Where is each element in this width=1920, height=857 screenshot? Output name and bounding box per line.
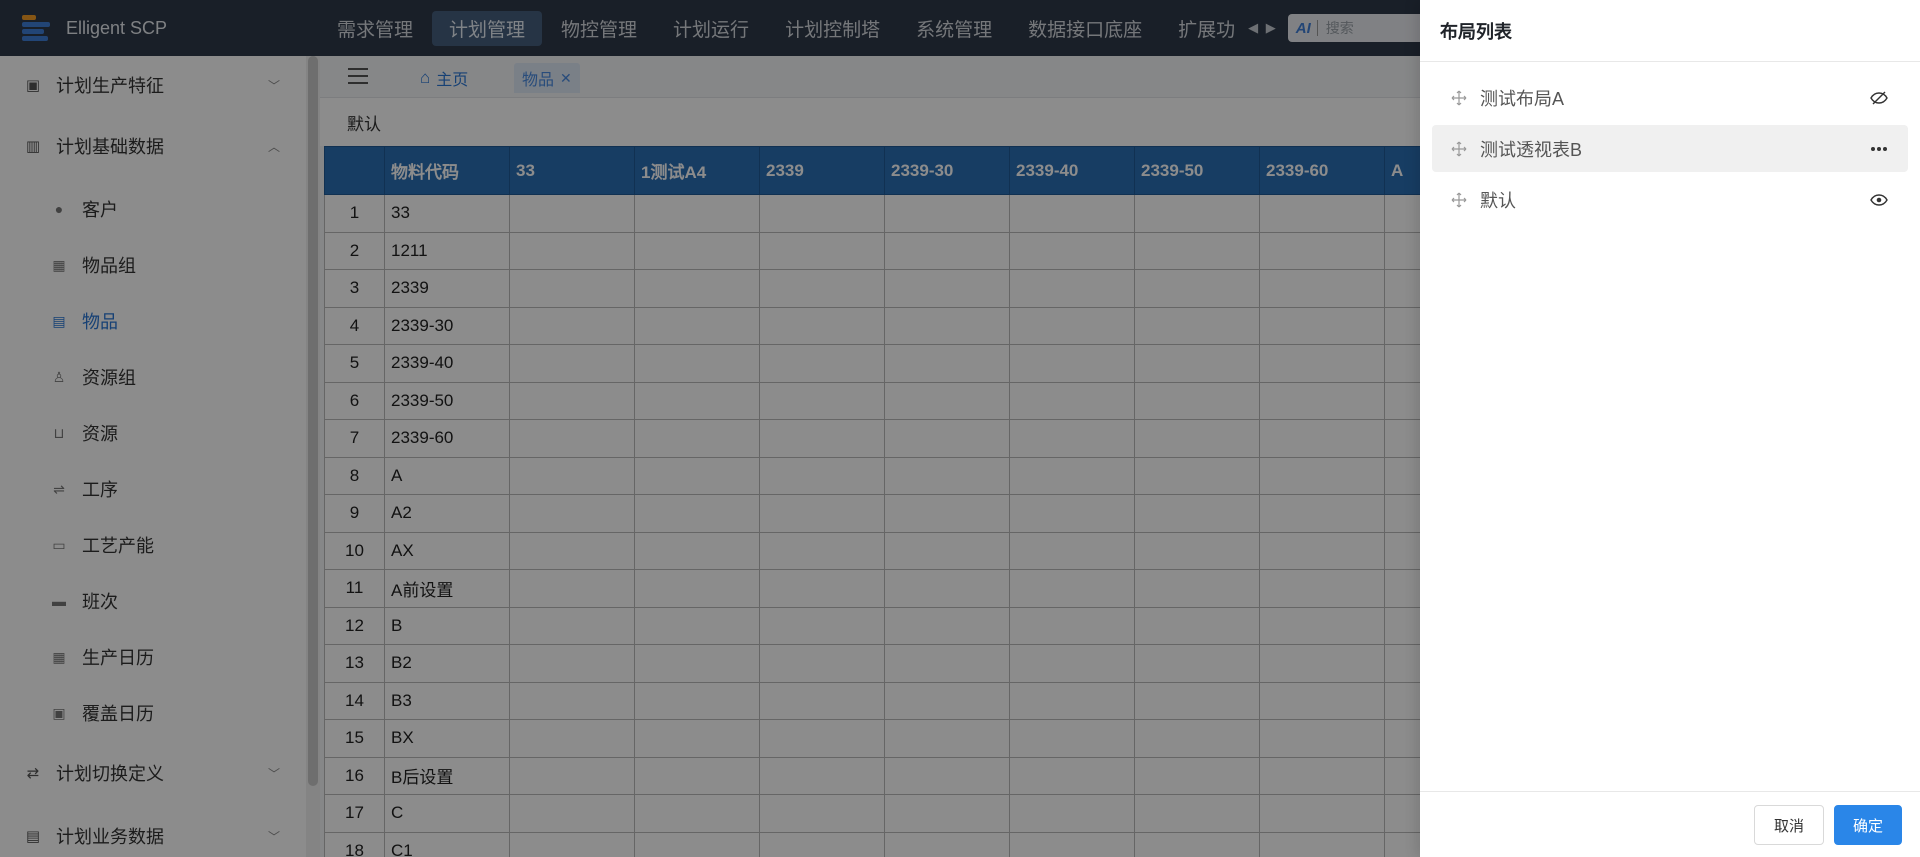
layout-list: 测试布局A 测试透视表B 默认 [1432,74,1908,227]
layout-item-test-layout-a[interactable]: 测试布局A [1432,74,1908,121]
drawer-title: 布局列表 [1420,0,1920,62]
drag-handle-icon[interactable] [1450,89,1468,107]
layout-list-drawer: 布局列表 测试布局A 测试透视表B 默认 取消 确定 [1420,0,1920,857]
drag-handle-icon[interactable] [1450,140,1468,158]
layout-item-test-pivot-b[interactable]: 测试透视表B [1432,125,1908,172]
cancel-button[interactable]: 取消 [1754,805,1824,845]
layout-item-label: 默认 [1480,190,1516,211]
drawer-footer: 取消 确定 [1420,791,1920,857]
layout-item-default[interactable]: 默认 [1432,176,1908,223]
eye-icon[interactable] [1868,190,1890,210]
more-icon[interactable] [1868,139,1890,159]
drag-handle-icon[interactable] [1450,191,1468,209]
eye-off-icon[interactable] [1868,88,1890,108]
layout-item-label: 测试布局A [1480,88,1565,109]
confirm-button[interactable]: 确定 [1834,805,1902,845]
layout-item-label: 测试透视表B [1480,139,1583,160]
